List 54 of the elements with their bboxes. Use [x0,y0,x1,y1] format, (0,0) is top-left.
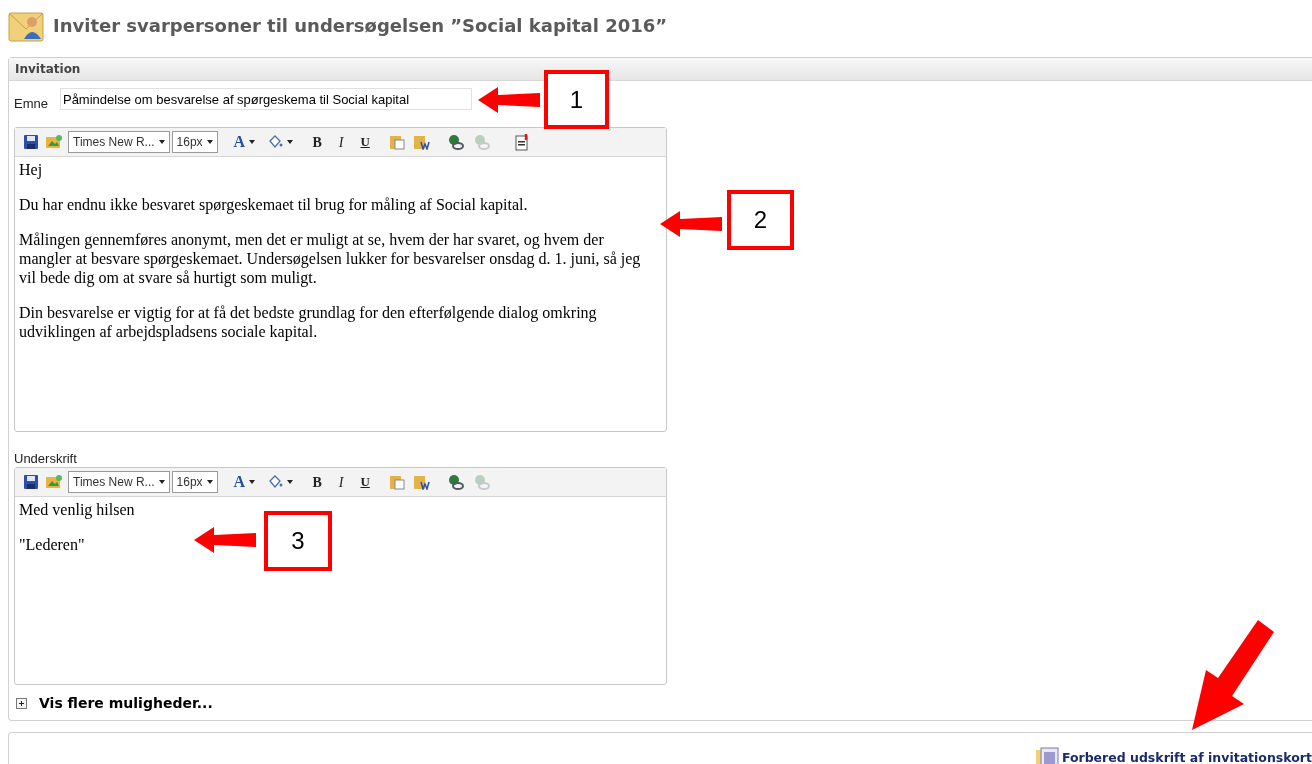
caret-icon [158,140,165,144]
paragraph: Din besvarelse er vigtig for at få det bedste grundlag for den efterfølgende dialog omkring udviklingen af arbejdspladsens sociale kapital. [19,303,598,341]
save-icon[interactable] [23,474,39,490]
clipboard-icon[interactable] [413,474,432,490]
font-color-button[interactable]: A [233,471,256,493]
dropdown[interactable]: 16px [171,471,218,493]
link-icon[interactable] [447,134,466,150]
caret-icon [249,140,256,144]
paragraph: Hej [19,160,43,179]
paragraph: Målingen gennemføres anonymt, men det er muligt at se, hvem der har svaret, og hvem der mangler at besvare spørgeskemaet. Undersøgelsen lukker for besvarelser onsdag d. 1. juni, så jeg vil bede dig om at svare så hurtigt som muligt. [19,230,642,287]
field-label: Underskrift [14,450,78,467]
arrow-icon [194,527,256,553]
save-icon[interactable] [23,134,39,150]
caret-icon [287,140,294,144]
caret-icon [206,480,213,484]
underline-button[interactable]: U [357,131,374,153]
paint-bucket-icon [267,135,284,149]
print-link[interactable]: Forbered udskrift af invitationskort [1034,747,1312,764]
font-color-button[interactable]: A [233,131,256,153]
paragraph: Med venlig hilsen [19,500,135,519]
image-icon[interactable] [45,474,63,490]
link-icon[interactable] [447,474,466,490]
dropdown[interactable]: Times New R... [68,131,170,153]
caret-icon [206,140,213,144]
clipboard-icon[interactable] [413,134,432,150]
callout-number: 2 [727,190,794,250]
italic-button[interactable]: I [333,471,350,493]
plus-icon [16,698,27,709]
arrow-icon [478,87,540,113]
callout-number: 3 [264,511,332,571]
dropdown[interactable]: 16px [171,131,218,153]
underline-button[interactable]: U [357,471,374,493]
callout-number: 1 [544,70,609,129]
image-icon[interactable] [45,134,63,150]
caret-icon [158,480,165,484]
bold-button[interactable]: B [309,131,326,153]
arrow-icon [660,211,722,237]
paragraph: Du har endnu ikke besvaret spørgeskemaet til brug for måling af Social kapital. [19,195,528,214]
paint-bucket-icon [267,475,284,489]
caret-icon [249,480,256,484]
field-label: Emne [14,94,48,113]
bold-button[interactable]: B [309,471,326,493]
page-title: Inviter svarpersoner til undersøgelsen ”Social kapital 2016” [53,13,668,38]
text-editor[interactable] [14,127,667,432]
input-field[interactable]: Påmindelse om besvarelse af spørgeskema til Social kapital [59,88,472,110]
paragraph: "Lederen" [19,535,85,554]
expand-link[interactable]: Vis flere muligheder... [16,693,213,714]
panel-header: Invitation [9,58,1312,81]
italic-button[interactable]: I [333,131,350,153]
caret-icon [287,480,294,484]
document-icon [1034,747,1059,764]
clipboard-icon[interactable] [389,134,406,150]
dropdown[interactable]: Times New R... [68,471,170,493]
clipboard-icon[interactable] [389,474,406,490]
